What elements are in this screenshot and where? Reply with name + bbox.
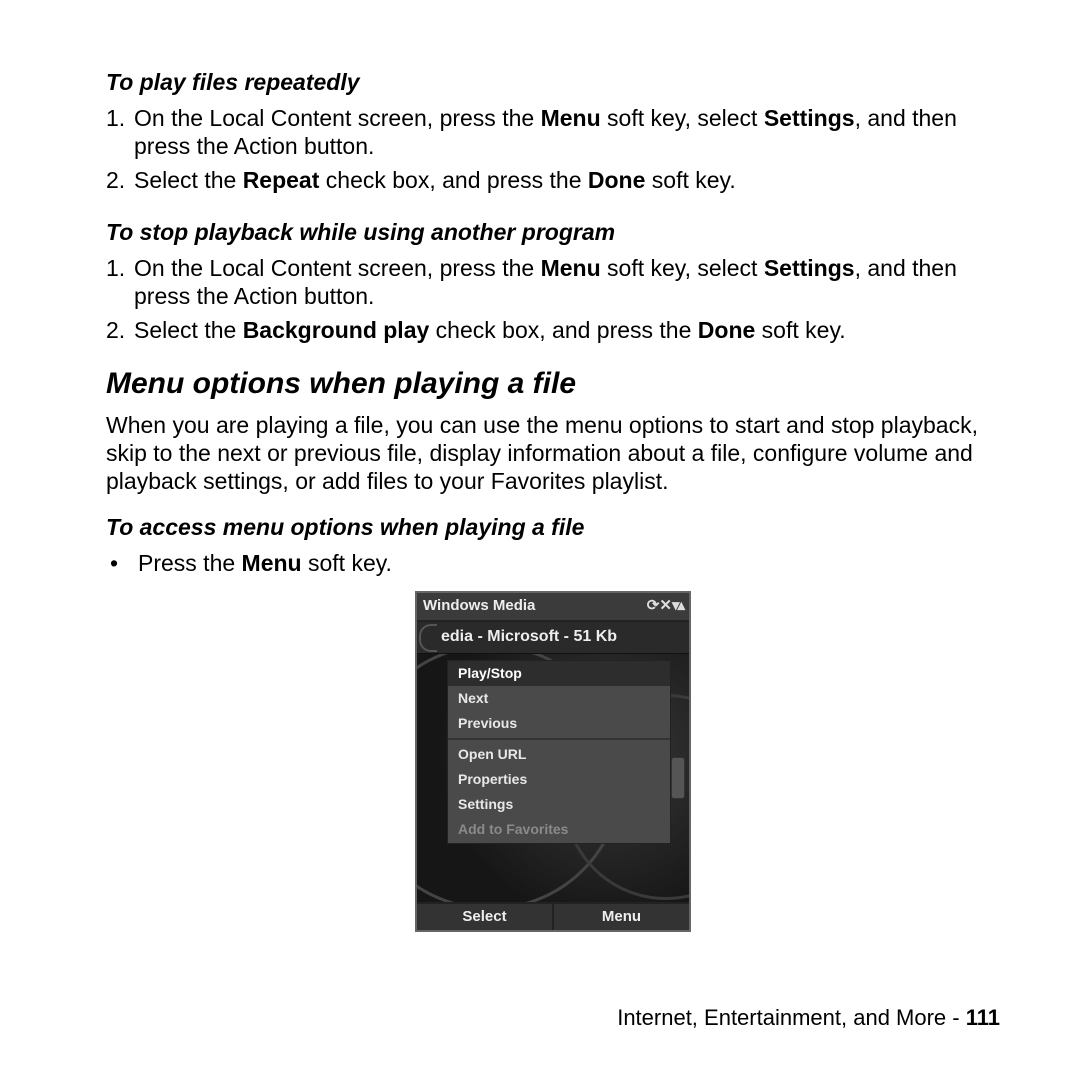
menu-item-settings[interactable]: Settings — [448, 792, 670, 817]
bold-repeat: Repeat — [243, 167, 320, 193]
menu-divider — [448, 738, 670, 740]
menu-item-previous[interactable]: Previous — [448, 711, 670, 736]
bullet-row: • Press the Menu soft key. — [106, 549, 1000, 577]
text-frag: soft key. — [645, 167, 735, 193]
phone-title-text: Windows Media — [423, 597, 535, 615]
close-icon: ✕ — [659, 597, 670, 615]
step-text: Select the Background play check box, an… — [134, 316, 1000, 344]
phone-status-icons: ⟳✕▾▴ — [647, 597, 683, 615]
softkey-menu[interactable]: Menu — [554, 904, 689, 930]
text-frag: check box, and press the — [429, 317, 698, 343]
step-row: 2. Select the Background play check box,… — [106, 316, 1000, 344]
bold-menu: Menu — [541, 255, 601, 281]
signal-icon: ▾▴ — [672, 597, 683, 615]
phone-title-bar: Windows Media ⟳✕▾▴ — [417, 593, 689, 621]
text-frag: Press the — [138, 550, 242, 576]
text-frag: soft key. — [302, 550, 392, 576]
menu-item-next[interactable]: Next — [448, 686, 670, 711]
phone-scrollbar[interactable] — [671, 757, 685, 799]
menu-item-add-favorites[interactable]: Add to Favorites — [448, 817, 670, 842]
text-frag: soft key. — [755, 317, 845, 343]
step-number: 1. — [106, 254, 134, 310]
text-frag: check box, and press the — [319, 167, 588, 193]
text-frag: soft key, select — [601, 105, 764, 131]
bold-background-play: Background play — [243, 317, 430, 343]
phone-now-playing-text: edia - Microsoft - 51 Kb — [441, 628, 617, 645]
step-number: 1. — [106, 104, 134, 160]
phone-now-playing-bar: edia - Microsoft - 51 Kb — [417, 622, 689, 655]
bold-settings: Settings — [764, 105, 855, 131]
text-frag: On the Local Content screen, press the — [134, 255, 541, 281]
step-text: On the Local Content screen, press the M… — [134, 104, 1000, 160]
page-footer: Internet, Entertainment, and More - 111 — [617, 1005, 1000, 1032]
bold-menu: Menu — [541, 105, 601, 131]
bold-done: Done — [698, 317, 756, 343]
step-number: 2. — [106, 166, 134, 194]
sync-icon: ⟳ — [647, 597, 658, 615]
menu-item-open-url[interactable]: Open URL — [448, 742, 670, 767]
step-row: 1. On the Local Content screen, press th… — [106, 104, 1000, 160]
footer-page-number: 111 — [966, 1005, 1000, 1030]
menu-item-properties[interactable]: Properties — [448, 767, 670, 792]
step-row: 2. Select the Repeat check box, and pres… — [106, 166, 1000, 194]
bold-done: Done — [588, 167, 646, 193]
phone-body: Play/Stop Next Previous Open URL Propert… — [417, 654, 689, 902]
subheading-stop-playback: To stop playback while using another pro… — [106, 218, 1000, 246]
text-frag: On the Local Content screen, press the — [134, 105, 541, 131]
bullet-text: Press the Menu soft key. — [138, 549, 392, 577]
softkey-select[interactable]: Select — [417, 904, 554, 930]
step-text: Select the Repeat check box, and press t… — [134, 166, 1000, 194]
step-row: 1. On the Local Content screen, press th… — [106, 254, 1000, 310]
footer-text: Internet, Entertainment, and More - — [617, 1005, 966, 1030]
bold-menu: Menu — [242, 550, 302, 576]
phone-screenshot: Windows Media ⟳✕▾▴ edia - Microsoft - 51… — [415, 591, 691, 932]
subheading-access-menu: To access menu options when playing a fi… — [106, 513, 1000, 541]
subheading-play-repeat: To play files repeatedly — [106, 68, 1000, 96]
text-frag: Select the — [134, 167, 243, 193]
text-frag: soft key, select — [601, 255, 764, 281]
section-heading-menu-options: Menu options when playing a file — [106, 366, 1000, 403]
text-frag: Select the — [134, 317, 243, 343]
bold-settings: Settings — [764, 255, 855, 281]
bullet-dot: • — [106, 549, 138, 577]
phone-popup-menu: Play/Stop Next Previous Open URL Propert… — [447, 660, 671, 844]
phone-softkey-bar: Select Menu — [417, 902, 689, 930]
step-text: On the Local Content screen, press the M… — [134, 254, 1000, 310]
menu-item-play-stop[interactable]: Play/Stop — [448, 661, 670, 686]
step-number: 2. — [106, 316, 134, 344]
paragraph-menu-options: When you are playing a file, you can use… — [106, 411, 1000, 495]
